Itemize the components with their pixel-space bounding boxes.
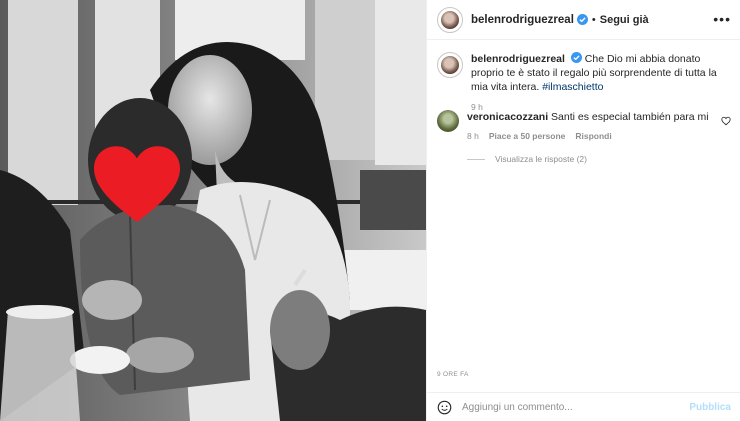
comment-username[interactable]: veronicacozzani: [467, 111, 548, 123]
hashtag-link[interactable]: #ilmaschietto: [542, 81, 603, 93]
verified-badge-icon: [576, 14, 588, 25]
comment-timestamp: 8 h: [467, 131, 479, 141]
comment-composer: Pubblica: [427, 392, 740, 421]
reply-button[interactable]: Rispondi: [575, 129, 611, 143]
comment-item: veronicacozzani Santi es especial tambié…: [437, 110, 735, 143]
photo-illustration: [0, 0, 426, 421]
avatar[interactable]: [437, 52, 463, 78]
emoji-icon[interactable]: [437, 400, 452, 415]
follow-button[interactable]: Segui già: [600, 14, 649, 26]
post-caption: belenrodriguezreal Che Dio mi abbia dona…: [437, 52, 735, 114]
comment-meta: 8 h Piace a 50 persone Rispondi: [467, 129, 735, 143]
caption-username[interactable]: belenrodriguezreal: [471, 53, 565, 65]
post-photo[interactable]: [0, 0, 426, 421]
author-username[interactable]: belenrodriguezreal: [471, 14, 574, 26]
verified-badge-icon: [570, 52, 582, 63]
publish-button[interactable]: Pubblica: [689, 402, 731, 413]
instagram-post-modal: belenrodriguezreal • Segui già ••• belen…: [0, 0, 740, 421]
replies-divider-line: [467, 158, 485, 160]
like-comment-heart-icon[interactable]: [721, 116, 731, 126]
caption-body: belenrodriguezreal Che Dio mi abbia dona…: [471, 52, 735, 114]
more-options-icon[interactable]: •••: [713, 12, 731, 26]
post-timestamp: 9 ORE FA: [437, 371, 469, 378]
comment-text: Santi es especial también para mi: [551, 111, 709, 123]
heart-sticker-icon: [94, 146, 180, 222]
comment-likes-link[interactable]: Piace a 50 persone: [489, 129, 566, 143]
separator-dot: •: [591, 13, 596, 26]
post-header: belenrodriguezreal • Segui già •••: [427, 0, 740, 40]
comment-body: veronicacozzani Santi es especial tambié…: [467, 110, 735, 143]
view-replies-button[interactable]: Visualizza le risposte (2): [467, 154, 587, 164]
avatar[interactable]: [437, 110, 459, 132]
view-replies-label: Visualizza le risposte (2): [495, 154, 587, 164]
avatar[interactable]: [437, 6, 463, 33]
comment-input[interactable]: [462, 401, 690, 413]
post-details-panel: belenrodriguezreal • Segui già ••• belen…: [426, 0, 740, 421]
